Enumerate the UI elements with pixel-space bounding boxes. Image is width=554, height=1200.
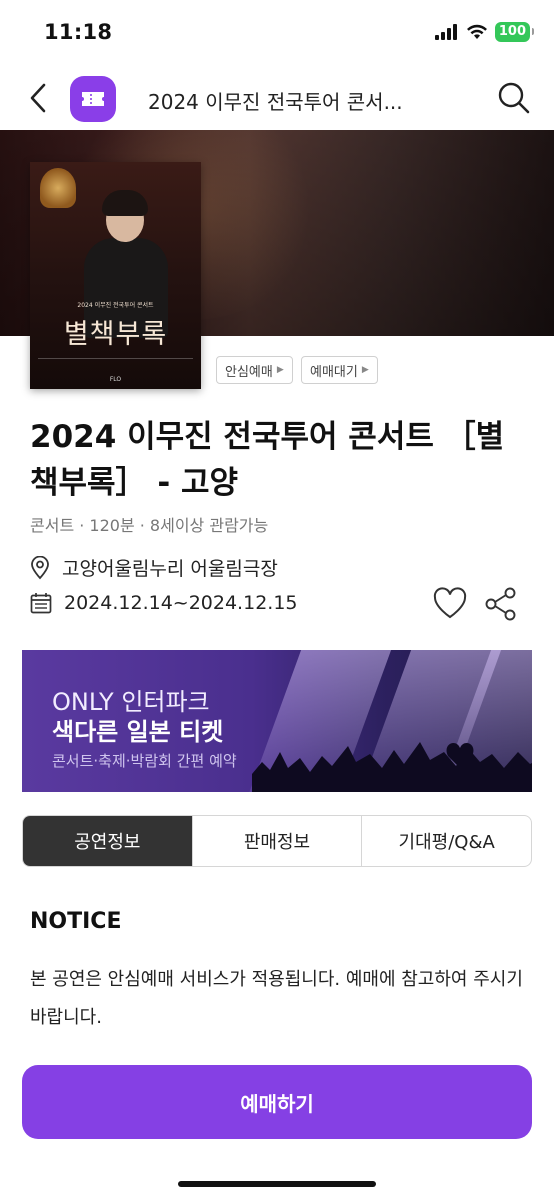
status-time: 11:18 [44,20,113,44]
booking-waitlist-chip[interactable]: 예매대기 ▶ [301,356,378,384]
tab-sales-info[interactable]: 판매정보 [191,816,362,866]
poster-subtitle: 2024 이무진 전국투어 콘서트 [77,302,154,309]
venue-row[interactable]: 고양어울림누리 어울림극장 [30,554,278,581]
battery-indicator: 100 [494,22,535,42]
event-dates: 2024.12.14~2024.12.15 [64,592,298,614]
poster-title: 별책부록 [63,319,168,350]
book-now-button[interactable]: 예매하기 [22,1065,532,1139]
poster-brand: FLO [109,376,122,383]
venue-name: 고양어울림누리 어울림극장 [62,558,278,580]
chevron-right-icon: ▶ [361,365,369,375]
chip-label: 예매대기 [310,364,358,380]
promo-banner[interactable]: ONLY 인터파크 색다른 일본 티켓 콘서트·축제·박람회 간편 예약 [22,650,532,792]
chevron-right-icon: ▶ [276,365,284,375]
chip-label: 안심예매 [225,364,273,380]
banner-headline: 색다른 일본 티켓 [52,718,224,746]
notice-body: 본 공연은 안심예매 서비스가 적용됩니다. 예매에 참고하여 주시기 바랍니다… [30,969,523,1028]
ticket-icon [82,92,104,106]
home-indicator[interactable] [178,1181,376,1187]
event-title: 2024 이무진 전국투어 콘서트 ［별책부록］ - 고양 [30,419,505,501]
wifi-icon [466,24,487,39]
banner-caption: 콘서트·축제·박람회 간편 예약 [52,752,237,770]
date-row: 2024.12.14~2024.12.15 [30,592,298,614]
share-button[interactable] [484,586,518,622]
top-nav: 2024 이무진 전국투어 콘서... [0,62,554,132]
share-icon [485,587,516,621]
search-button[interactable] [494,78,534,118]
search-icon [498,82,530,114]
back-button[interactable] [20,78,56,118]
tab-performance-info[interactable]: 공연정보 [23,816,192,866]
like-button[interactable] [432,586,468,622]
signal-icon [434,24,457,40]
status-bar: 11:18 100 [0,0,554,62]
detail-tabs: 공연정보 판매정보 기대평/Q&A [22,815,532,867]
concert-crowd-illustration [252,742,532,792]
status-icons: 100 [434,22,535,42]
event-poster[interactable]: 2024 이무진 전국투어 콘서트 별책부록 FLO [30,162,201,389]
heart-icon [433,587,467,619]
tab-reviews-qa[interactable]: 기대평/Q&A [361,816,531,866]
poster-lamp [40,168,76,208]
ticket-app-icon[interactable] [70,76,116,122]
safe-booking-chip[interactable]: 안심예매 ▶ [216,356,293,384]
chevron-left-icon [30,83,46,113]
event-meta: 콘서트 · 120분 · 8세이상 관람가능 [30,516,269,535]
location-pin-icon [31,555,49,579]
calendar-icon [30,593,52,614]
page-title: 2024 이무진 전국투어 콘서... [148,90,403,114]
notice-heading: NOTICE [30,909,122,934]
poster-divider [38,358,193,359]
